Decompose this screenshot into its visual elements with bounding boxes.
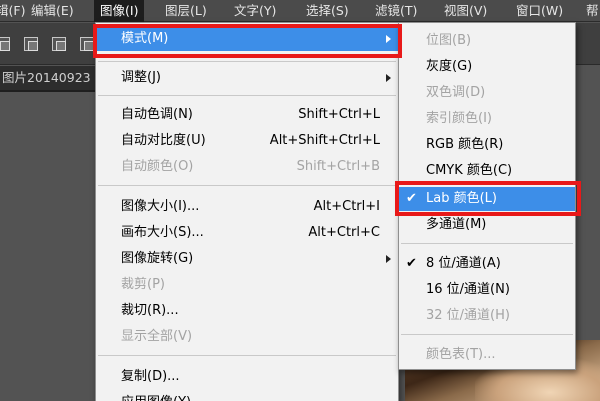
submenu-arrow-icon [386,255,391,263]
submenu-item-color-table[interactable]: 颜色表(T)... [399,343,575,367]
new-selection-icon[interactable] [0,37,10,51]
menu-filter[interactable]: 滤镜(T) [369,0,423,22]
menu-edit[interactable]: 编辑(E) [25,0,80,22]
menu-item-shortcut: Alt+Shift+Ctrl+L [269,133,380,148]
menu-item-label: 调整(J) [121,70,161,85]
menu-item-auto-color[interactable]: 自动颜色(O) Shift+Ctrl+B [96,155,398,179]
menu-item-label: 16 位/通道(N) [426,282,510,297]
menu-item-trim[interactable]: 裁切(R)... [96,299,398,323]
menu-separator [98,95,396,96]
menu-window[interactable]: 窗口(W) [510,0,569,22]
menu-type[interactable]: 文字(Y) [228,0,282,22]
submenu-item-cmyk-color[interactable]: CMYK 颜色(C) [399,159,575,183]
menu-item-label: 应用图像(Y)... [121,391,203,401]
submenu-item-grayscale[interactable]: 灰度(G) [399,55,575,79]
menu-item-label: 模式(M) [121,31,169,46]
menu-item-label: 复制(D)... [121,369,180,384]
menu-item-label: 图像旋转(G) [121,251,194,266]
menu-item-adjustments[interactable]: 调整(J) [96,66,398,90]
checkmark-icon: ✔ [406,256,417,271]
menu-image[interactable]: 图像(I) [94,0,145,22]
document-tab-underline [0,90,100,92]
menu-item-auto-tone[interactable]: 自动色调(N) Shift+Ctrl+L [96,103,398,127]
menu-item-shortcut: Alt+Ctrl+C [308,225,380,240]
menu-help[interactable]: 帮 [580,0,600,22]
submenu-item-bitmap[interactable]: 位图(B) [399,29,575,53]
menu-item-label: 自动颜色(O) [121,159,194,174]
menu-select[interactable]: 选择(S) [300,0,355,22]
menu-item-label: 画布大小(S)... [121,225,204,240]
menu-item-shortcut: Shift+Ctrl+B [296,159,380,174]
menu-item-label: 索引颜色(I) [426,111,492,126]
menu-separator [98,61,396,62]
submenu-item-16-bits[interactable]: 16 位/通道(N) [399,278,575,302]
menu-item-label: 颜色表(T)... [426,347,496,362]
menu-separator [401,243,573,244]
submenu-arrow-icon [386,74,391,82]
menu-item-label: RGB 颜色(R) [426,137,504,152]
menu-separator [98,185,396,186]
mode-submenu: 位图(B) 灰度(G) 双色调(D) 索引颜色(I) RGB 颜色(R) CMY… [398,22,576,370]
menu-item-crop[interactable]: 裁剪(P) [96,273,398,297]
menu-item-label: 位图(B) [426,33,472,48]
submenu-item-lab-color[interactable]: ✔ Lab 颜色(L) [399,187,575,211]
subtract-from-selection-icon[interactable] [52,37,66,51]
menu-item-label: 8 位/通道(A) [426,256,501,271]
menu-item-auto-contrast[interactable]: 自动对比度(U) Alt+Shift+Ctrl+L [96,129,398,153]
menu-item-label: CMYK 颜色(C) [426,163,513,178]
intersect-selection-icon[interactable] [80,37,94,51]
submenu-item-32-bits[interactable]: 32 位/通道(H) [399,304,575,328]
menu-separator [401,334,573,335]
menu-item-label: 图像大小(I)... [121,199,200,214]
submenu-item-8-bits[interactable]: ✔ 8 位/通道(A) [399,252,575,276]
checkmark-icon: ✔ [406,191,417,206]
menu-layer[interactable]: 图层(L) [159,0,213,22]
menu-item-label: 显示全部(V) [121,329,193,344]
menu-item-label: 双色调(D) [426,85,486,100]
menu-item-canvas-size[interactable]: 画布大小(S)... Alt+Ctrl+C [96,221,398,245]
menu-item-label: 裁切(R)... [121,303,179,318]
image-menu: 模式(M) 调整(J) 自动色调(N) Shift+Ctrl+L 自动对比度(U… [95,22,399,401]
menu-separator [98,355,396,356]
add-to-selection-icon[interactable] [24,37,38,51]
menu-item-shortcut: Shift+Ctrl+L [298,107,380,122]
menu-item-label: 自动色调(N) [121,107,193,122]
menu-bar: 辑(F) 编辑(E) 图像(I) 图层(L) 文字(Y) 选择(S) 滤镜(T)… [0,0,600,22]
menu-view[interactable]: 视图(V) [438,0,493,22]
menu-item-mode[interactable]: 模式(M) [96,27,398,51]
menu-item-reveal-all[interactable]: 显示全部(V) [96,325,398,349]
menu-item-label: 自动对比度(U) [121,133,206,148]
document-tab[interactable]: 图片20140923 [0,66,100,90]
submenu-item-rgb-color[interactable]: RGB 颜色(R) [399,133,575,157]
submenu-item-duotone[interactable]: 双色调(D) [399,81,575,105]
menu-item-duplicate[interactable]: 复制(D)... [96,365,398,389]
menu-item-image-rotation[interactable]: 图像旋转(G) [96,247,398,271]
submenu-arrow-icon [386,35,391,43]
menu-item-label: 裁剪(P) [121,277,165,292]
menu-item-image-size[interactable]: 图像大小(I)... Alt+Ctrl+I [96,195,398,219]
menu-item-shortcut: Alt+Ctrl+I [313,199,380,214]
menu-item-label: 灰度(G) [426,59,473,74]
submenu-item-indexed-color[interactable]: 索引颜色(I) [399,107,575,131]
menu-item-label: 多通道(M) [426,217,487,232]
submenu-item-multichannel[interactable]: 多通道(M) [399,213,575,237]
menu-item-apply-image[interactable]: 应用图像(Y)... [96,391,398,401]
menu-item-label: Lab 颜色(L) [426,191,497,206]
menu-item-label: 32 位/通道(H) [426,308,510,323]
